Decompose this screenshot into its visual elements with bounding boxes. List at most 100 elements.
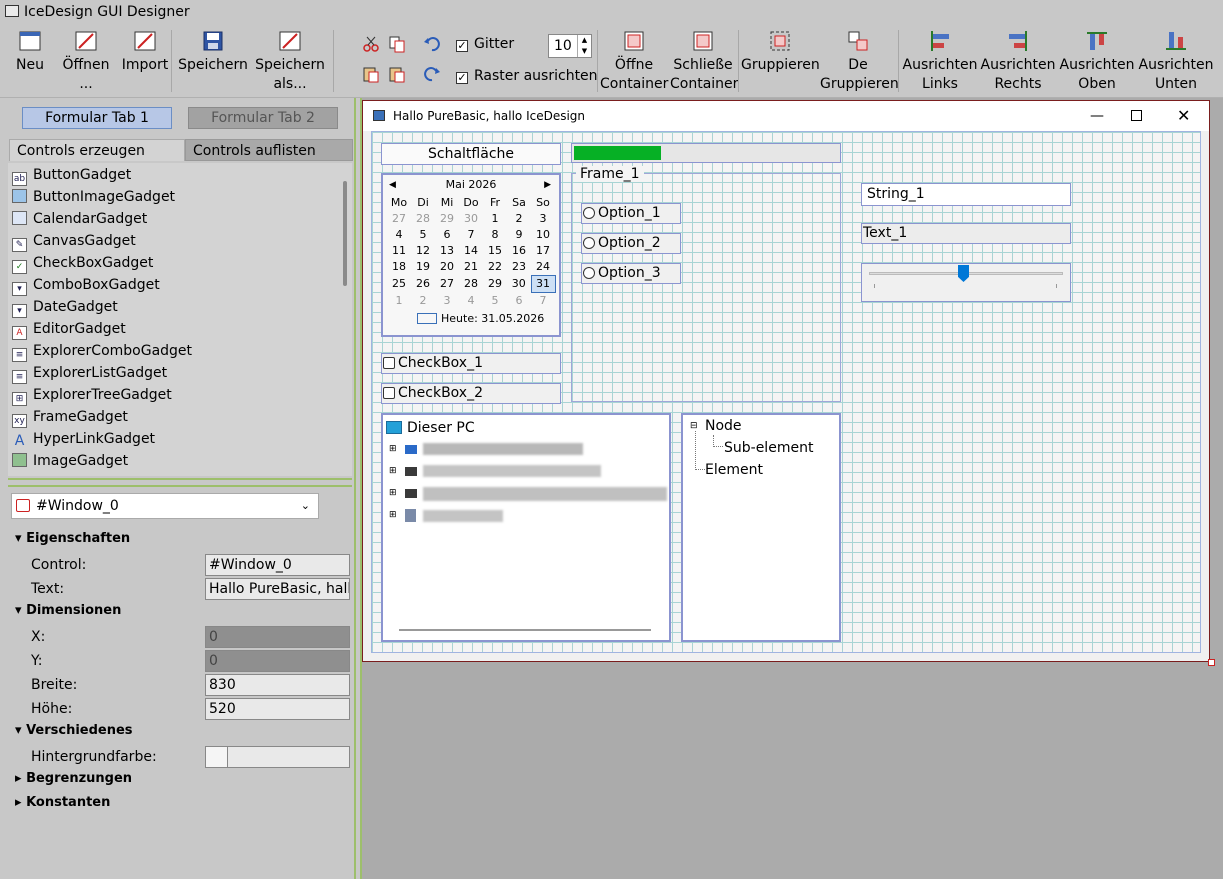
- grid-checkbox[interactable]: ✓ Gitter: [456, 35, 514, 54]
- calendar-day[interactable]: 1: [387, 293, 411, 310]
- calendar-day[interactable]: 29: [435, 211, 459, 227]
- calendar-day[interactable]: 5: [411, 227, 435, 243]
- section-constants[interactable]: ▸ Konstanten: [15, 794, 110, 812]
- calendar-day[interactable]: 30: [459, 211, 483, 227]
- cut-icon[interactable]: [362, 35, 380, 53]
- align-right-button[interactable]: Ausrichten Rechts: [980, 30, 1056, 94]
- undo-icon[interactable]: [423, 35, 441, 53]
- y-field[interactable]: 0: [205, 650, 350, 672]
- calendar-day[interactable]: 31: [530, 275, 556, 293]
- collapse-icon[interactable]: ⊟: [690, 420, 698, 432]
- calendar-day[interactable]: 26: [411, 276, 435, 293]
- string-gadget[interactable]: String_1: [861, 183, 1071, 206]
- calendar-day[interactable]: 1: [483, 211, 507, 227]
- align-top-button[interactable]: Ausrichten Oben: [1058, 30, 1136, 94]
- calendar-day[interactable]: 4: [387, 227, 411, 243]
- list-item[interactable]: ✓ CheckBoxGadget: [12, 252, 153, 274]
- list-item[interactable]: A HyperLinkGadget: [12, 428, 155, 450]
- vertical-splitter[interactable]: [354, 98, 362, 879]
- horizontal-scrollbar[interactable]: [399, 629, 651, 631]
- close-icon[interactable]: ✕: [1177, 101, 1190, 131]
- calendar-day[interactable]: 11: [387, 243, 411, 259]
- calendar-day[interactable]: 27: [435, 276, 459, 293]
- save-button[interactable]: Speichern: [177, 30, 249, 75]
- button-gadget[interactable]: Schaltfläche: [381, 143, 561, 165]
- tree-sub-element[interactable]: Sub-element: [724, 439, 813, 457]
- grid-size-spinner[interactable]: 10 ▲ ▼: [548, 34, 592, 58]
- expand-icon[interactable]: ⊞: [389, 444, 397, 454]
- list-item[interactable]: xy FrameGadget: [12, 406, 128, 428]
- calendar-day[interactable]: 21: [459, 259, 483, 276]
- expand-icon[interactable]: ⊞: [389, 510, 397, 520]
- color-swatch[interactable]: [206, 747, 228, 767]
- calendar-day[interactable]: 16: [507, 243, 531, 259]
- next-month-icon[interactable]: ▶: [544, 175, 551, 195]
- list-item[interactable]: ≡ ExplorerComboGadget: [12, 340, 192, 362]
- align-bottom-button[interactable]: Ausrichten Unten: [1137, 30, 1215, 94]
- calendar-day[interactable]: 7: [531, 293, 555, 310]
- calendar-day[interactable]: 8: [483, 227, 507, 243]
- calendar-day[interactable]: 27: [387, 211, 411, 227]
- tree-element[interactable]: Element: [705, 461, 763, 479]
- calendar-gadget[interactable]: ◀ Mai 2026 ▶ Mo Di Mi Do Fr Sa So 27 28 29 30 1 2 3 4…: [381, 173, 561, 337]
- group-button[interactable]: Gruppieren: [741, 30, 820, 75]
- list-item[interactable]: ✎ CanvasGadget: [12, 230, 136, 252]
- trackbar-thumb[interactable]: [958, 265, 969, 282]
- save-as-button[interactable]: Speichern als...: [252, 30, 328, 94]
- calendar-day[interactable]: 13: [435, 243, 459, 259]
- list-item[interactable]: ≡ ExplorerListGadget: [12, 362, 167, 384]
- section-misc[interactable]: ▾ Verschiedenes: [15, 722, 133, 740]
- list-item[interactable]: ▾ DateGadget: [12, 296, 118, 318]
- control-field[interactable]: #Window_0: [205, 554, 350, 576]
- list-item[interactable]: ImageGadget: [12, 450, 128, 472]
- copy-icon[interactable]: [388, 35, 406, 53]
- import-button[interactable]: Import: [121, 30, 169, 75]
- open-container-button[interactable]: Öffne Container: [600, 30, 668, 94]
- list-item[interactable]: ⊞ ExplorerTreeGadget: [12, 384, 172, 406]
- list-item[interactable]: ab ButtonGadget: [12, 164, 131, 186]
- section-properties[interactable]: ▾ Eigenschaften: [15, 530, 130, 548]
- snap-checkbox[interactable]: ✓ Raster ausrichten: [456, 67, 598, 86]
- width-field[interactable]: 830: [205, 674, 350, 696]
- calendar-day[interactable]: 3: [435, 293, 459, 310]
- design-canvas[interactable]: Schaltfläche ◀ Mai 2026 ▶ Mo Di Mi Do Fr Sa So…: [371, 131, 1201, 653]
- calendar-day[interactable]: 28: [459, 276, 483, 293]
- calendar-day[interactable]: 30: [507, 276, 531, 293]
- trackbar-gadget[interactable]: [861, 263, 1071, 302]
- list-item[interactable]: A EditorGadget: [12, 318, 126, 340]
- calendar-day[interactable]: 17: [531, 243, 555, 259]
- calendar-day[interactable]: 6: [435, 227, 459, 243]
- calendar-day[interactable]: 9: [507, 227, 531, 243]
- list-scrollbar[interactable]: [343, 181, 347, 286]
- calendar-day[interactable]: 6: [507, 293, 531, 310]
- expand-icon[interactable]: ⊞: [389, 488, 397, 498]
- horizontal-splitter[interactable]: [8, 478, 352, 487]
- close-container-button[interactable]: Schließe Container: [670, 30, 738, 94]
- calendar-day[interactable]: 7: [459, 227, 483, 243]
- design-window-titlebar[interactable]: Hallo PureBasic, hallo IceDesign — ✕: [363, 101, 1209, 131]
- design-window[interactable]: Hallo PureBasic, hallo IceDesign — ✕ Sch…: [362, 100, 1210, 662]
- option-gadget-1[interactable]: Option_1: [581, 203, 681, 224]
- calendar-day[interactable]: 15: [483, 243, 507, 259]
- form-tab-2[interactable]: Formular Tab 2: [188, 107, 338, 129]
- background-color-field[interactable]: [205, 746, 350, 768]
- open-button[interactable]: Öffnen ...: [55, 30, 117, 94]
- calendar-day[interactable]: 24: [531, 259, 555, 276]
- calendar-day[interactable]: 22: [483, 259, 507, 276]
- prev-month-icon[interactable]: ◀: [389, 175, 396, 195]
- new-button[interactable]: Neu: [10, 30, 50, 75]
- calendar-day[interactable]: 23: [507, 259, 531, 276]
- paste-icon[interactable]: [362, 65, 380, 83]
- calendar-day[interactable]: 28: [411, 211, 435, 227]
- checkbox-gadget-1[interactable]: CheckBox_1: [381, 353, 561, 374]
- ungroup-button[interactable]: De Gruppieren: [820, 30, 899, 94]
- calendar-day[interactable]: 12: [411, 243, 435, 259]
- list-item[interactable]: ▾ ComboBoxGadget: [12, 274, 160, 296]
- option-gadget-2[interactable]: Option_2: [581, 233, 681, 254]
- resize-handle[interactable]: [1208, 659, 1215, 666]
- text-field[interactable]: Hallo PureBasic, hallo IceDesign: [205, 578, 350, 600]
- minimize-icon[interactable]: —: [1090, 101, 1104, 131]
- calendar-day[interactable]: 5: [483, 293, 507, 310]
- x-field[interactable]: 0: [205, 626, 350, 648]
- tree-gadget[interactable]: ⊟ Node Sub-element Element: [681, 413, 841, 642]
